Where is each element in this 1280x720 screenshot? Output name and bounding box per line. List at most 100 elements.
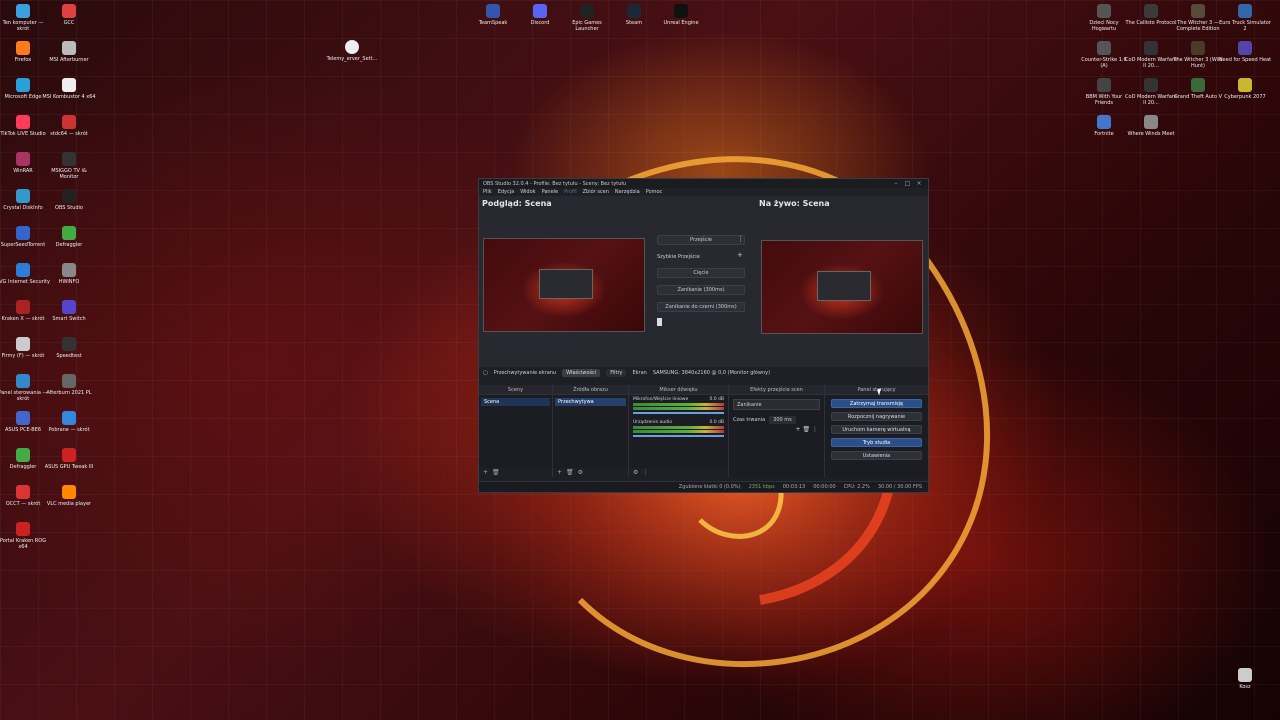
add-scene-icon[interactable]: + (483, 469, 488, 476)
desktop-icon-left-3-icon (62, 41, 76, 55)
desktop-icon-right-4-icon (1097, 41, 1111, 55)
filters-button[interactable]: Filtry (606, 369, 627, 377)
desktop-icon-recycle-bin[interactable]: Kosz (1218, 668, 1272, 690)
mic-volume-slider[interactable] (633, 412, 724, 414)
desktop-icon-right-9[interactable]: CoD Modern Warfare II 20... (1124, 78, 1178, 106)
desktop-icon-right-0-icon (1097, 4, 1111, 18)
maximize-icon[interactable]: □ (902, 180, 912, 187)
status-bar: Zgubione klatki 0 (0.0%) 2351 kbps 00:03… (479, 481, 928, 492)
desktop-icon-left-17[interactable]: Smart Switch (42, 300, 96, 322)
properties-button[interactable]: Właściwości (562, 369, 601, 377)
quick-transitions-label: Szybkie Przejście (657, 254, 700, 260)
obs-titlebar[interactable]: OBS Studio 32.0.4 - Profile: Bez tytułu … (479, 179, 928, 188)
preview-canvas[interactable] (483, 238, 645, 332)
virtual-camera-button[interactable]: Uruchom kamerę wirtualną (831, 425, 922, 434)
minimize-icon[interactable]: – (891, 180, 901, 187)
mixer-header: Mikser dźwięku (629, 385, 728, 395)
desktop-icon-right-12[interactable]: Fortnite (1077, 115, 1131, 137)
menu-edit[interactable]: Edycja (498, 189, 515, 195)
desktop-icon-right-1-icon (1144, 4, 1158, 18)
menu-tools[interactable]: Narzędzia (615, 189, 640, 195)
desktop-icon-right-2[interactable]: The Witcher 3 — Complete Edition (1171, 4, 1225, 32)
menu-file[interactable]: Plik (483, 189, 492, 195)
source-settings-icon[interactable]: ⚙ (578, 469, 583, 476)
desktop-icon-top-2-icon (580, 4, 594, 18)
desktop-icon-left-25[interactable]: ASUS GPU Tweak III (42, 448, 96, 470)
menu-view[interactable]: Widok (520, 189, 535, 195)
desktop-icon-left-27[interactable]: VLC media player (42, 485, 96, 507)
desktop-volume-slider[interactable] (633, 435, 724, 437)
desktop-icon-right-13[interactable]: Where Winds Meet (1124, 115, 1178, 137)
tbar-slider[interactable] (657, 318, 662, 326)
add-transition-icon[interactable]: + (796, 426, 801, 433)
remove-transition-icon[interactable]: 🗑 (802, 426, 810, 433)
quick-transition-fade[interactable]: Zanikanie (300ms) (657, 285, 745, 295)
desktop-icon-right-0[interactable]: Dzieci Nocy Hogwartu (1077, 4, 1131, 32)
menu-docks[interactable]: Panele (542, 189, 559, 195)
desktop-icon-top-1[interactable]: Discord (513, 4, 567, 26)
transition-more-icon-2[interactable]: ⋮ (812, 426, 818, 433)
desktop-icon-right-5[interactable]: CoD Modern Warfare II 20... (1124, 41, 1178, 69)
menu-scene-collection[interactable]: Zbiór scen (583, 189, 609, 195)
desktop-icon-top-4[interactable]: Unreal Engine (654, 4, 708, 26)
program-canvas[interactable] (761, 240, 923, 334)
add-quick-transition-icon[interactable]: + (737, 251, 743, 259)
remove-source-icon[interactable]: 🗑 (566, 469, 574, 476)
desktop-icon-telemy[interactable]: Telemy_erver_Sett... (325, 40, 379, 62)
desktop-icon-left-3[interactable]: MSI Afterburner (42, 41, 96, 63)
desktop-icon-left-23[interactable]: Pobrane — skrót (42, 411, 96, 433)
desktop-icon-right-3[interactable]: Euro Truck Simulator 2 (1218, 4, 1272, 32)
desktop-icon-right-13-icon (1144, 115, 1158, 129)
desktop-icon-left-5[interactable]: MSI Kombustor 4 x64 (42, 78, 96, 100)
start-recording-button[interactable]: Rozpocznij nagrywanie (831, 412, 922, 421)
display-select[interactable]: SAMSUNG: 3840x2160 @ 0,0 (Monitor główny… (653, 370, 770, 376)
desktop-icon-left-5-icon (62, 78, 76, 92)
desktop-icon-top-4-icon (674, 4, 688, 18)
close-icon[interactable]: × (914, 180, 924, 187)
mixer-settings-icon[interactable]: ⚙ (633, 469, 638, 476)
desktop-icon-left-12-icon (16, 226, 30, 240)
stop-stream-button[interactable]: Zatrzymaj transmisję (831, 399, 922, 408)
desktop-icon-right-10[interactable]: Grand Theft Auto V (1171, 78, 1225, 100)
quick-transition-cut[interactable]: Cięcie (657, 268, 745, 278)
desktop-icon-left-9[interactable]: MSIGGO TV i& Monitor (42, 152, 96, 180)
desktop-icon-right-6[interactable]: The Witcher 3 (Wild Hunt) (1171, 41, 1225, 69)
desktop-icon-right-11[interactable]: Cyberpunk 2077 (1218, 78, 1272, 100)
desktop-icon-left-21[interactable]: Afterburn 2021 PL (42, 374, 96, 396)
desktop-icon-left-7[interactable]: stdc64 — skrót (42, 115, 96, 137)
source-item[interactable]: Przechwytywa (555, 398, 626, 406)
desktop-icon-left-14-icon (16, 263, 30, 277)
desktop-icon-right-4[interactable]: Counter-Strike 1.6 (A) (1077, 41, 1131, 69)
desktop-icon-left-1[interactable]: GCC (42, 4, 96, 26)
docks: Sceny Scena + 🗑 Źródła obrazu Przechwyty… (479, 385, 928, 477)
desktop-icon-top-3[interactable]: Steam (607, 4, 661, 26)
desktop-icon-left-28[interactable]: Portal Kraken ROG x64 (0, 522, 50, 550)
remove-scene-icon[interactable]: 🗑 (492, 469, 500, 476)
desktop-icon-right-1[interactable]: The Callisto Protocol (1124, 4, 1178, 26)
settings-button[interactable]: Ustawienia (831, 451, 922, 460)
desktop-icon-top-0[interactable]: TeamSpeak (466, 4, 520, 26)
duration-input[interactable]: 300 ms (769, 416, 796, 424)
desktop-icon-left-13[interactable]: Defraggler (42, 226, 96, 248)
transition-select[interactable]: Zanikanie (733, 399, 820, 410)
studio-mode-button[interactable]: Tryb studia (831, 438, 922, 447)
desktop-icon-left-19[interactable]: Speedtest (42, 337, 96, 359)
transition-more-icon[interactable]: ⋮ (737, 235, 744, 243)
record-time: 00:00:00 (813, 484, 836, 490)
desktop-icon-left-21-icon (62, 374, 76, 388)
mixer-more-icon[interactable]: ⋮ (642, 469, 648, 476)
desktop-icon-right-8[interactable]: BBM With Your Friends (1077, 78, 1131, 106)
transition-button[interactable]: Przejście (657, 235, 745, 245)
menu-help[interactable]: Pomoc (646, 189, 663, 195)
add-source-icon[interactable]: + (557, 469, 562, 476)
desktop-icon-left-15[interactable]: HWiNFO (42, 263, 96, 285)
desktop-icon-top-0-icon (486, 4, 500, 18)
scenes-header: Sceny (479, 385, 552, 395)
scene-item[interactable]: Scena (481, 398, 550, 406)
menu-profile[interactable]: Profil (564, 189, 576, 195)
desktop-icon-top-1-icon (533, 4, 547, 18)
quick-transition-fade-black[interactable]: Zanikanie do czerni (300ms) (657, 302, 745, 312)
desktop-icon-right-7[interactable]: Need for Speed Heat (1218, 41, 1272, 63)
desktop-icon-left-11[interactable]: OBS Studio (42, 189, 96, 211)
desktop-icon-top-2[interactable]: Epic Games Launcher (560, 4, 614, 32)
